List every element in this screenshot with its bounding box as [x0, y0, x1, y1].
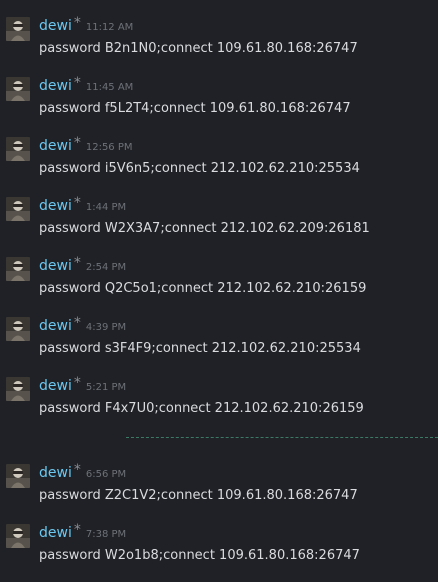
- chat-message: dewi * 2:54 PM password Q2C5o1;connect 2…: [0, 255, 438, 309]
- username[interactable]: dewi: [39, 463, 72, 483]
- timestamp: 11:12 AM: [85, 22, 134, 33]
- message-header: dewi * 7:38 PM: [39, 522, 127, 543]
- message-text: password Q2C5o1;connect 212.102.62.210:2…: [39, 281, 367, 296]
- username[interactable]: dewi: [39, 136, 72, 156]
- chat-message: dewi * 11:45 AM password f5L2T4;connect …: [0, 75, 438, 129]
- username[interactable]: dewi: [39, 523, 72, 543]
- message-text: password s3F4F9;connect 212.102.62.210:2…: [39, 341, 361, 356]
- username[interactable]: dewi: [39, 16, 72, 36]
- message-header: dewi * 11:45 AM: [39, 75, 134, 96]
- user-marker: *: [73, 195, 81, 211]
- timestamp: 11:45 AM: [85, 82, 134, 93]
- user-avatar-icon[interactable]: [6, 197, 30, 221]
- message-header: dewi * 4:39 PM: [39, 315, 127, 336]
- username[interactable]: dewi: [39, 376, 72, 396]
- user-avatar-icon[interactable]: [6, 77, 30, 101]
- timestamp: 6:56 PM: [85, 469, 127, 480]
- chat-message: dewi * 5:21 PM password F4x7U0;connect 2…: [0, 375, 438, 429]
- message-header: dewi * 6:56 PM: [39, 462, 127, 483]
- user-marker: *: [73, 135, 81, 151]
- user-avatar-icon[interactable]: [6, 377, 30, 401]
- timestamp: 7:38 PM: [85, 529, 127, 540]
- message-text: password f5L2T4;connect 109.61.80.168:26…: [39, 101, 351, 116]
- chat-message: dewi * 4:39 PM password s3F4F9;connect 2…: [0, 315, 438, 369]
- message-text: password F4x7U0;connect 212.102.62.210:2…: [39, 401, 364, 416]
- chat-message: dewi * 11:12 AM password B2n1N0;connect …: [0, 15, 438, 69]
- chat-log: dewi * 11:12 AM password B2n1N0;connect …: [0, 0, 438, 582]
- message-header: dewi * 5:21 PM: [39, 375, 127, 396]
- user-marker: *: [73, 75, 81, 91]
- user-avatar-icon[interactable]: [6, 317, 30, 341]
- username[interactable]: dewi: [39, 196, 72, 216]
- user-avatar-icon[interactable]: [6, 257, 30, 281]
- timestamp: 5:21 PM: [85, 382, 127, 393]
- timestamp: 2:54 PM: [85, 262, 127, 273]
- username[interactable]: dewi: [39, 256, 72, 276]
- chat-message: dewi * 1:44 PM password W2X3A7;connect 2…: [0, 195, 438, 249]
- message-text: password W2o1b8;connect 109.61.80.168:26…: [39, 548, 360, 563]
- user-avatar-icon[interactable]: [6, 17, 30, 41]
- user-avatar-icon[interactable]: [6, 464, 30, 488]
- message-header: dewi * 1:44 PM: [39, 195, 127, 216]
- message-header: dewi * 12:56 PM: [39, 135, 133, 156]
- user-marker: *: [73, 255, 81, 271]
- username[interactable]: dewi: [39, 316, 72, 336]
- user-avatar-icon[interactable]: [6, 137, 30, 161]
- user-marker: *: [73, 315, 81, 331]
- chat-message: dewi * 7:38 PM password W2o1b8;connect 1…: [0, 522, 438, 576]
- timestamp: 4:39 PM: [85, 322, 127, 333]
- message-text: password W2X3A7;connect 212.102.62.209:2…: [39, 221, 370, 236]
- message-header: dewi * 2:54 PM: [39, 255, 127, 276]
- user-marker: *: [73, 462, 81, 478]
- message-header: dewi * 11:12 AM: [39, 15, 134, 36]
- message-text: password B2n1N0;connect 109.61.80.168:26…: [39, 41, 358, 56]
- chat-message: dewi * 12:56 PM password i5V6n5;connect …: [0, 135, 438, 189]
- username[interactable]: dewi: [39, 76, 72, 96]
- user-marker: *: [73, 15, 81, 31]
- user-marker: *: [73, 375, 81, 391]
- chat-message: dewi * 6:56 PM password Z2C1V2;connect 1…: [0, 462, 438, 516]
- message-text: password Z2C1V2;connect 109.61.80.168:26…: [39, 488, 358, 503]
- user-marker: *: [73, 522, 81, 538]
- user-avatar-icon[interactable]: [6, 524, 30, 548]
- timestamp: 12:56 PM: [85, 142, 133, 153]
- timestamp: 1:44 PM: [85, 202, 127, 213]
- message-text: password i5V6n5;connect 212.102.62.210:2…: [39, 161, 360, 176]
- new-messages-divider: [126, 437, 438, 438]
